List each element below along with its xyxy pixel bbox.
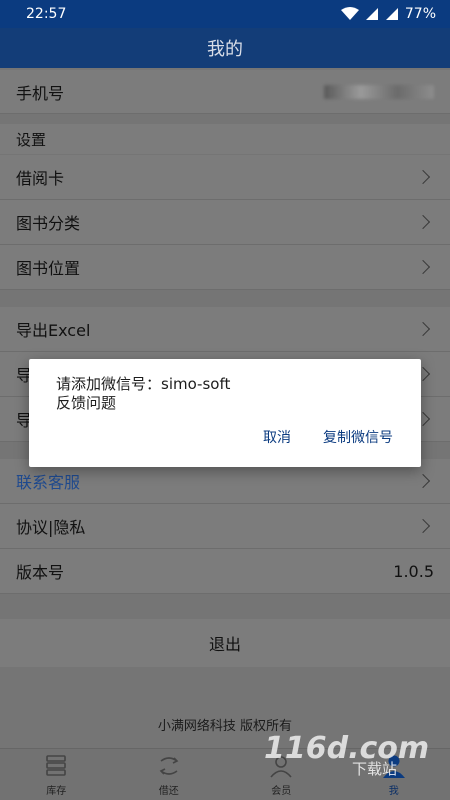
status-bar: 22:57 77% bbox=[0, 0, 450, 28]
tab-label: 借还 bbox=[158, 785, 179, 797]
version-row: 版本号 1.0.5 bbox=[0, 549, 450, 594]
tab-borrow-return[interactable]: 借还 bbox=[113, 749, 226, 800]
logout-button[interactable]: 退出 bbox=[0, 619, 450, 667]
battery-level: 77% bbox=[404, 6, 436, 22]
chevron-right-icon bbox=[415, 518, 431, 534]
chevron-right-icon bbox=[415, 169, 431, 185]
copy-wechat-button[interactable]: 复制微信号 bbox=[323, 427, 393, 447]
chevron-right-icon bbox=[415, 473, 431, 489]
tab-label: 我 bbox=[388, 785, 399, 797]
version-label: 版本号 bbox=[16, 563, 65, 582]
menu-item-library-card[interactable]: 借阅卡 bbox=[0, 155, 450, 200]
app-header: 我的 bbox=[0, 28, 450, 68]
status-time: 22:57 bbox=[26, 6, 67, 22]
menu-item-label: 借阅卡 bbox=[16, 169, 65, 188]
menu-item-agreement-privacy[interactable]: 协议|隐私 bbox=[0, 504, 450, 549]
menu-item-label: 协议|隐私 bbox=[16, 518, 86, 537]
wechat-dialog: 请添加微信号：simo-soft 反馈问题 取消 复制微信号 bbox=[29, 359, 421, 467]
status-icons: 77% bbox=[340, 6, 436, 22]
signal-icon bbox=[365, 8, 378, 20]
phone-value-redacted bbox=[324, 84, 434, 99]
version-value: 1.0.5 bbox=[393, 561, 434, 581]
tab-label: 会员 bbox=[271, 785, 292, 797]
watermark-logo: 116d.com 下载站 bbox=[264, 731, 429, 776]
menu-item-book-category[interactable]: 图书分类 bbox=[0, 200, 450, 245]
tab-inventory[interactable]: 库存 bbox=[0, 749, 113, 800]
chevron-right-icon bbox=[415, 259, 431, 275]
watermark-sub: 下载站 bbox=[352, 760, 397, 776]
inventory-icon bbox=[46, 754, 67, 776]
logout-label: 退出 bbox=[208, 635, 241, 654]
phone-label: 手机号 bbox=[16, 83, 65, 103]
borrow-return-icon bbox=[159, 756, 179, 775]
menu-item-label: 图书分类 bbox=[16, 214, 81, 233]
menu-item-book-location[interactable]: 图书位置 bbox=[0, 245, 450, 290]
watermark-brand: 116d.com bbox=[264, 731, 429, 766]
menu-item-label: 导出Excel bbox=[16, 321, 91, 340]
dialog-message-line1: 请添加微信号：simo-soft bbox=[56, 375, 231, 393]
tab-label: 库存 bbox=[46, 785, 67, 797]
menu-item-export-excel[interactable]: 导出Excel bbox=[0, 307, 450, 352]
menu-item-label: 联系客服 bbox=[16, 473, 81, 492]
settings-section-label: 设置 bbox=[0, 124, 450, 154]
dialog-actions: 取消 复制微信号 bbox=[263, 427, 393, 447]
wifi-icon bbox=[340, 7, 359, 20]
page-title: 我的 bbox=[207, 39, 243, 60]
signal-icon-2 bbox=[385, 8, 398, 20]
menu-item-label: 图书位置 bbox=[16, 259, 81, 278]
chevron-right-icon bbox=[415, 214, 431, 230]
phone-row: 手机号 bbox=[0, 70, 450, 114]
dialog-message-line2: 反馈问题 bbox=[56, 394, 117, 412]
chevron-right-icon bbox=[415, 321, 431, 337]
settings-label-text: 设置 bbox=[16, 130, 47, 149]
cancel-button[interactable]: 取消 bbox=[263, 427, 291, 447]
